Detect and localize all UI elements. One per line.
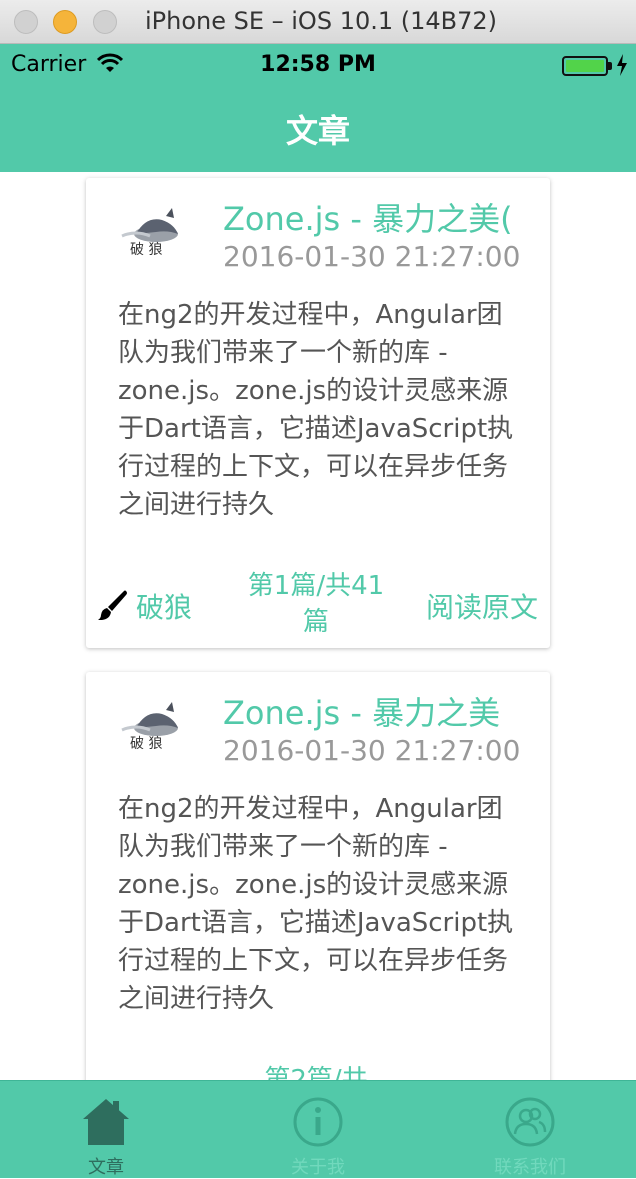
avatar-signature: 破 狼	[130, 242, 162, 258]
tab-bar: 文章 关于我 联系我们	[0, 1080, 636, 1178]
article-footer: 第2篇/共	[86, 1062, 550, 1080]
tab-about[interactable]: 关于我	[212, 1081, 424, 1179]
charging-bolt-icon	[617, 54, 627, 76]
battery-tip	[608, 62, 612, 70]
battery-icon	[562, 56, 608, 76]
tab-contact[interactable]: 联系我们	[424, 1081, 636, 1179]
tab-articles[interactable]: 文章	[0, 1081, 212, 1179]
tab-label: 文章	[88, 1157, 124, 1178]
author-link[interactable]: 破狼	[96, 586, 192, 626]
article-footer: 破狼 第1篇/共41篇 阅读原文	[86, 568, 550, 638]
article-date: 2016-01-30 21:27:00	[223, 734, 521, 767]
simulator-titlebar: iPhone SE – iOS 10.1 (14B72)	[0, 0, 636, 44]
article-card[interactable]: 破 狼 Zone.js - 暴力之美( 2016-01-30 21:27:00 …	[86, 178, 550, 648]
status-time: 12:58 PM	[260, 52, 376, 77]
tab-label: 关于我	[291, 1157, 345, 1178]
tab-label: 联系我们	[494, 1157, 566, 1178]
page-title: 文章	[285, 112, 350, 150]
article-summary: 在ng2的开发过程中，Angular团队为我们带来了一个新的库 - zone.j…	[118, 794, 514, 1014]
avatar-signature: 破 狼	[130, 736, 162, 752]
author-name: 破狼	[136, 591, 193, 624]
brush-icon	[98, 590, 127, 620]
article-summary: 在ng2的开发过程中，Angular团队为我们带来了一个新的库 - zone.j…	[118, 300, 514, 520]
page-indicator: 第2篇/共	[264, 1065, 368, 1080]
read-original-link[interactable]: 阅读原文	[426, 586, 538, 626]
article-title[interactable]: Zone.js - 暴力之美(	[223, 194, 543, 240]
status-bar: Carrier 12:58 PM	[0, 44, 636, 84]
home-icon	[83, 1099, 129, 1145]
article-card[interactable]: 破 狼 Zone.js - 暴力之美 2016-01-30 21:27:00 在…	[86, 672, 550, 1080]
nav-bar: 文章	[0, 84, 636, 172]
page-indicator: 第1篇/共41篇	[247, 571, 385, 637]
article-date: 2016-01-30 21:27:00	[223, 240, 521, 273]
author-avatar: 破 狼	[121, 208, 178, 258]
window-title: iPhone SE – iOS 10.1 (14B72)	[144, 7, 498, 35]
info-icon	[293, 1097, 343, 1147]
article-list[interactable]: 破 狼 Zone.js - 暴力之美( 2016-01-30 21:27:00 …	[0, 172, 636, 1080]
author-avatar: 破 狼	[121, 702, 178, 752]
article-title[interactable]: Zone.js - 暴力之美	[223, 688, 543, 734]
contacts-icon	[505, 1097, 555, 1147]
